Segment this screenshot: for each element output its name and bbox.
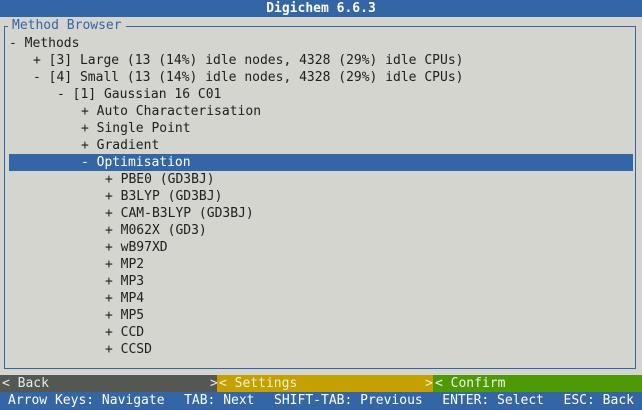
tree-item-label: MP3 — [120, 274, 145, 289]
tree-item-label: [3] Large (13 (14%) idle nodes, 4328 (29… — [48, 53, 464, 68]
tree-item-label: Optimisation — [96, 155, 191, 170]
button-bar: < Back > < Settings > < Confirm — [0, 375, 642, 392]
back-button[interactable]: < Back > — [0, 375, 218, 392]
tree-item-label: MP2 — [120, 257, 145, 272]
expand-icon[interactable]: + — [105, 307, 113, 324]
tree-item[interactable]: + wB97XD — [9, 239, 633, 256]
expand-icon[interactable]: + — [105, 273, 113, 290]
expand-icon[interactable]: + — [81, 137, 89, 154]
tree-item-label: wB97XD — [120, 240, 168, 255]
settings-button-label: < Settings — [219, 376, 298, 391]
collapse-icon[interactable]: - — [57, 86, 65, 103]
expand-icon[interactable]: + — [105, 324, 113, 341]
back-button-label: < Back — [2, 376, 49, 391]
help-enter: ENTER: Select — [442, 393, 545, 408]
tree-item[interactable]: + MP2 — [9, 256, 633, 273]
tree-item-label: CCD — [120, 325, 145, 340]
tree-item-label: MP5 — [120, 308, 145, 323]
expand-icon[interactable]: + — [105, 222, 113, 239]
expand-icon[interactable]: + — [105, 341, 113, 358]
tree-item[interactable]: + CCD — [9, 324, 633, 341]
tree-item-label: [4] Small (13 (14%) idle nodes, 4328 (29… — [48, 70, 464, 85]
tree-item[interactable]: - [4] Small (13 (14%) idle nodes, 4328 (… — [9, 69, 633, 86]
tree-item-label: M062X (GD3) — [120, 223, 207, 238]
tree-item[interactable]: + MP5 — [9, 307, 633, 324]
help-bar: Arrow Keys: Navigate TAB: Next SHIFT-TAB… — [0, 392, 642, 410]
expand-icon[interactable]: + — [105, 239, 113, 256]
tree-item[interactable]: - Methods — [9, 35, 633, 52]
tree-item-label: MP4 — [120, 291, 145, 306]
tree-item-label: Single Point — [96, 121, 191, 136]
expand-icon[interactable]: + — [81, 103, 89, 120]
expand-icon[interactable]: + — [105, 205, 113, 222]
tree-item[interactable]: + M062X (GD3) — [9, 222, 633, 239]
tree-item[interactable]: + B3LYP (GD3BJ) — [9, 188, 633, 205]
tree-item[interactable]: + MP3 — [9, 273, 633, 290]
tree-item[interactable]: + CCSD — [9, 341, 633, 358]
help-esc: ESC: Back — [563, 393, 634, 408]
tree-item-label: CAM-B3LYP (GD3BJ) — [120, 206, 254, 221]
collapse-icon[interactable]: - — [33, 69, 41, 86]
tree-item[interactable]: - Optimisation — [9, 154, 633, 171]
tree-item[interactable]: + MP4 — [9, 290, 633, 307]
method-tree[interactable]: - Methods + [3] Large (13 (14%) idle node… — [9, 35, 633, 358]
tree-item-label: B3LYP (GD3BJ) — [120, 189, 223, 204]
expand-icon[interactable]: + — [105, 290, 113, 307]
tree-item[interactable]: + Gradient — [9, 137, 633, 154]
tree-item-label: Gradient — [96, 138, 160, 153]
tree-item[interactable]: + CAM-B3LYP (GD3BJ) — [9, 205, 633, 222]
back-button-end: > — [210, 376, 218, 391]
collapse-icon[interactable]: - — [9, 35, 17, 52]
settings-button[interactable]: < Settings > — [217, 375, 433, 392]
tree-item[interactable]: - [1] Gaussian 16 C01 — [9, 86, 633, 103]
expand-icon[interactable]: + — [105, 256, 113, 273]
app-title: Digichem 6.6.3 — [0, 0, 642, 17]
tree-item-label: CCSD — [120, 342, 152, 357]
confirm-button[interactable]: < Confirm — [433, 375, 642, 392]
confirm-button-label: < Confirm — [435, 376, 506, 391]
tree-item[interactable]: + Single Point — [9, 120, 633, 137]
expand-icon[interactable]: + — [81, 120, 89, 137]
tree-item[interactable]: + PBE0 (GD3BJ) — [9, 171, 633, 188]
tree-item-label: PBE0 (GD3BJ) — [120, 172, 215, 187]
tree-item[interactable]: + Auto Characterisation — [9, 103, 633, 120]
help-arrows: Arrow Keys: Navigate — [8, 393, 165, 408]
panel-title: Method Browser — [8, 17, 126, 34]
expand-icon[interactable]: + — [33, 52, 41, 69]
settings-button-end: > — [425, 376, 433, 391]
tree-item-label: Methods — [24, 36, 80, 51]
expand-icon[interactable]: + — [105, 188, 113, 205]
tree-item-label: [1] Gaussian 16 C01 — [72, 87, 222, 102]
tree-item-label: Auto Characterisation — [96, 104, 262, 119]
help-tab: TAB: Next — [184, 393, 255, 408]
terminal-screen: Digichem 6.6.3 Method Browser - Methods +… — [0, 0, 642, 410]
help-shift-tab: SHIFT-TAB: Previous — [274, 393, 423, 408]
collapse-icon[interactable]: - — [81, 154, 89, 171]
tree-item[interactable]: + [3] Large (13 (14%) idle nodes, 4328 (… — [9, 52, 633, 69]
expand-icon[interactable]: + — [105, 171, 113, 188]
